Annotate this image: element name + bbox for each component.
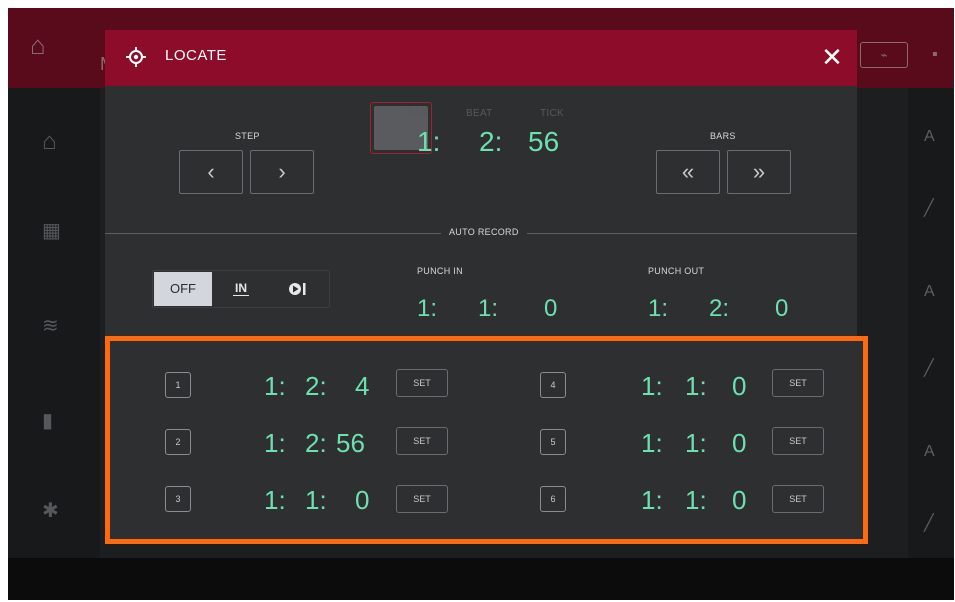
dialog-title: LOCATE xyxy=(165,47,227,64)
position-tick-value[interactable]: 56 xyxy=(528,126,559,158)
mode-in-label: IN xyxy=(233,281,249,296)
mode-play-button[interactable] xyxy=(271,272,327,306)
home-icon: ⌂ xyxy=(42,128,57,155)
mode-off-button[interactable]: OFF xyxy=(154,272,212,306)
locator-index: 5 xyxy=(540,429,566,455)
locator-bar[interactable]: 1: xyxy=(641,428,663,459)
punch-in-label: PUNCH IN xyxy=(417,266,463,276)
position-beat-value[interactable]: 2: xyxy=(479,126,502,158)
mode-punch-in-button[interactable]: IN xyxy=(215,272,267,306)
locator-tick[interactable]: 0 xyxy=(732,428,746,459)
locator-index: 2 xyxy=(165,429,191,455)
locator-tick[interactable]: 4 xyxy=(355,371,369,402)
locator-tick[interactable]: 0 xyxy=(355,485,369,516)
set-button[interactable]: SET xyxy=(396,369,448,397)
text-icon: A xyxy=(924,283,935,300)
locator-beat[interactable]: 2: xyxy=(305,428,327,459)
bars-forward-button[interactable]: » xyxy=(727,150,791,194)
locator-bar[interactable]: 1: xyxy=(264,371,286,402)
punch-out-beat[interactable]: 2: xyxy=(709,295,729,323)
bars-rewind-button[interactable]: « xyxy=(656,150,720,194)
home-icon: ⌂ xyxy=(30,30,46,60)
locator-index: 4 xyxy=(540,372,566,398)
play-to-end-icon xyxy=(289,283,306,295)
background-footer xyxy=(8,558,954,600)
punch-out-tick[interactable]: 0 xyxy=(775,295,788,323)
auto-record-label: AUTO RECORD xyxy=(441,227,527,237)
locator-beat[interactable]: 1: xyxy=(305,485,327,516)
set-button[interactable]: SET xyxy=(772,485,824,513)
pencil-icon: ╱ xyxy=(924,360,934,377)
locator-index: 3 xyxy=(165,486,191,512)
grid-icon: ▦ xyxy=(42,220,61,242)
position-bar-value[interactable]: 1: xyxy=(417,126,440,158)
punch-in-beat[interactable]: 1: xyxy=(478,295,498,323)
step-label: STEP xyxy=(235,131,260,141)
close-button[interactable]: ✕ xyxy=(817,42,847,72)
step-back-button[interactable]: ‹ xyxy=(179,150,243,194)
locator-tick[interactable]: 0 xyxy=(732,485,746,516)
locator-bar[interactable]: 1: xyxy=(264,428,286,459)
set-button[interactable]: SET xyxy=(396,485,448,513)
beat-header: BEAT xyxy=(466,108,493,119)
punch-out-bar[interactable]: 1: xyxy=(648,295,668,323)
graph-icon: ⌁ xyxy=(860,42,908,68)
locator-bar[interactable]: 1: xyxy=(264,485,286,516)
locator-beat[interactable]: 2: xyxy=(305,371,327,402)
locator-index: 1 xyxy=(165,372,191,398)
locators-panel: 1 1: 2: 4 SET 4 1: 1: 0 SET 2 1: 2: 56 S… xyxy=(105,336,868,544)
pencil-icon: ╱ xyxy=(924,200,934,217)
bars-label: BARS xyxy=(710,131,736,141)
fx-icon: ✱ xyxy=(42,500,59,522)
tick-header: TICK xyxy=(540,108,564,119)
set-button[interactable]: SET xyxy=(772,427,824,455)
bar-header: BAR xyxy=(407,108,429,119)
locator-tick[interactable]: 0 xyxy=(732,371,746,402)
locate-icon xyxy=(126,47,146,67)
step-forward-button[interactable]: › xyxy=(250,150,314,194)
set-button[interactable]: SET xyxy=(772,369,824,397)
punch-out-label: PUNCH OUT xyxy=(648,266,705,276)
punch-in-tick[interactable]: 0 xyxy=(544,295,557,323)
chip-icon: ▪ xyxy=(932,46,938,63)
punch-in-bar[interactable]: 1: xyxy=(417,295,437,323)
auto-record-mode-group: OFF IN xyxy=(152,270,330,308)
levels-icon: ▮ xyxy=(42,410,54,432)
text-icon: A xyxy=(924,128,935,145)
background-right-column: A ╱ A ╱ A ╱ xyxy=(908,88,954,558)
locator-beat[interactable]: 1: xyxy=(685,485,707,516)
set-button[interactable]: SET xyxy=(396,427,448,455)
mixer-icon: ≋ xyxy=(42,315,59,337)
locator-beat[interactable]: 1: xyxy=(685,428,707,459)
locator-tick[interactable]: 56 xyxy=(336,428,365,459)
locator-bar[interactable]: 1: xyxy=(641,371,663,402)
dialog-header: LOCATE ✕ xyxy=(105,30,857,86)
locator-bar[interactable]: 1: xyxy=(641,485,663,516)
pencil-icon: ╱ xyxy=(924,515,934,532)
text-icon: A xyxy=(924,443,935,460)
locator-beat[interactable]: 1: xyxy=(685,371,707,402)
background-sidebar: ⌂ ▦ ≋ ▮ ✱ xyxy=(8,88,100,558)
locator-index: 6 xyxy=(540,486,566,512)
